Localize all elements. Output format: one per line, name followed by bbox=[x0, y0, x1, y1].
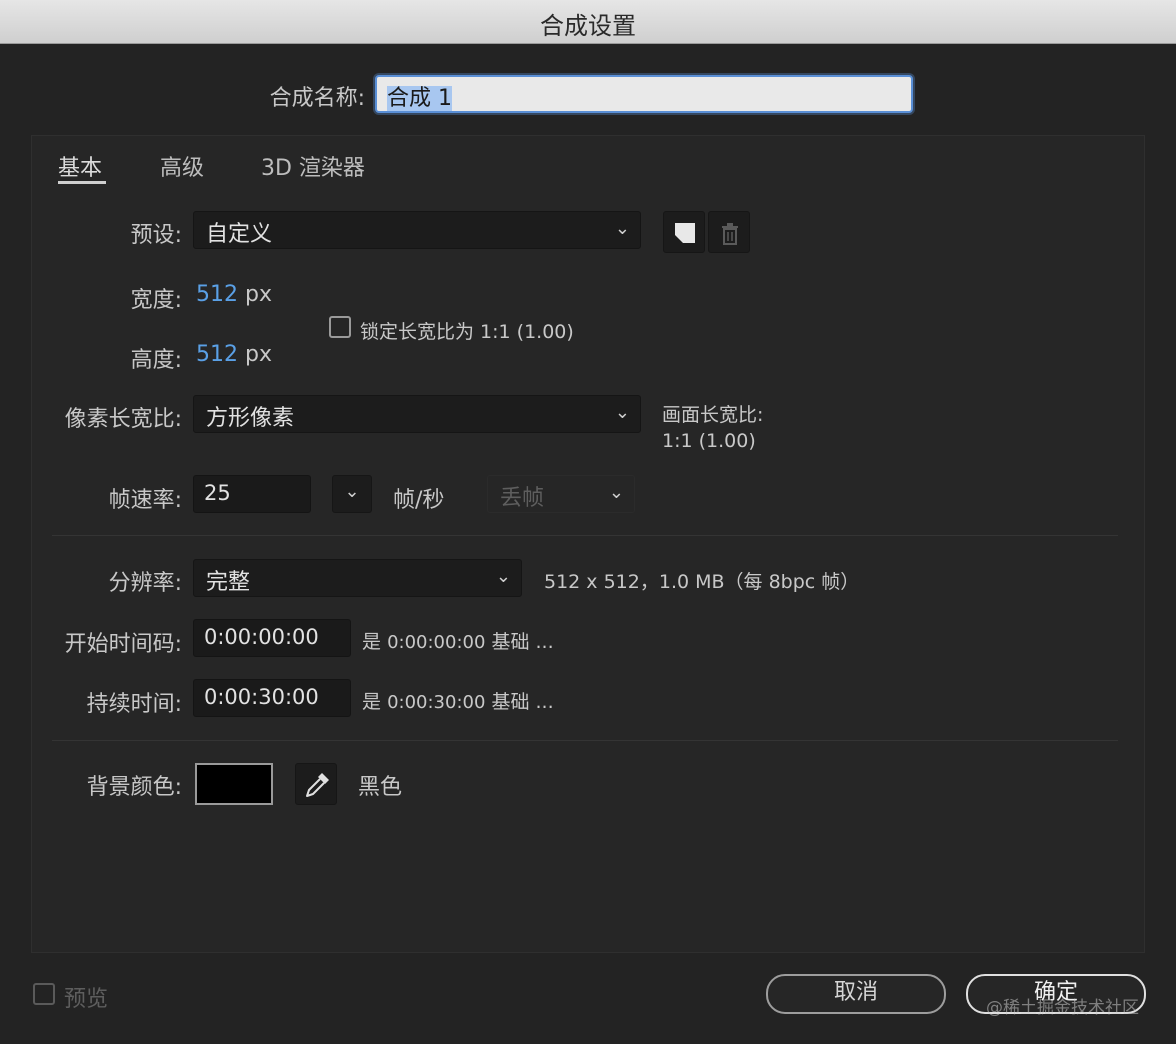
tab-3d-renderer[interactable]: 3D 渲染器 bbox=[261, 150, 365, 182]
resolution-info: 512 x 512，1.0 MB（每 8bpc 帧） bbox=[544, 571, 860, 593]
frame-rate-input[interactable]: 25 bbox=[193, 475, 311, 513]
height-unit: px bbox=[245, 342, 272, 367]
frame-rate-label: 帧速率: bbox=[108, 488, 182, 513]
background-color-name: 黑色 bbox=[358, 775, 403, 800]
start-timecode-info-value: 0:00:00:00 bbox=[387, 632, 486, 653]
delete-preset-button[interactable] bbox=[708, 211, 750, 253]
height-field[interactable]: 512 px bbox=[196, 342, 272, 367]
start-timecode-info-suffix[interactable]: 基础 ... bbox=[491, 631, 553, 653]
chevron-down-icon: ⌄ bbox=[495, 566, 511, 587]
eyedropper-button[interactable] bbox=[295, 763, 337, 805]
preview-label: 预览 bbox=[64, 987, 109, 1012]
duration-info-suffix[interactable]: 基础 ... bbox=[491, 691, 553, 713]
resolution-value: 完整 bbox=[206, 570, 251, 595]
comp-name-label: 合成名称: bbox=[269, 86, 365, 111]
width-value: 512 bbox=[196, 282, 238, 307]
duration-label: 持续时间: bbox=[86, 692, 182, 717]
width-label: 宽度: bbox=[130, 288, 182, 313]
watermark: @稀土掘金技术社区 bbox=[986, 998, 1139, 1018]
eyedropper-icon bbox=[306, 773, 329, 797]
width-field[interactable]: 512 px bbox=[196, 282, 272, 307]
width-unit: px bbox=[245, 282, 272, 307]
tab-basic-underline bbox=[58, 181, 106, 184]
height-value: 512 bbox=[196, 342, 238, 367]
preset-value: 自定义 bbox=[206, 222, 273, 247]
save-preset-icon bbox=[675, 223, 695, 243]
duration-info-value: 0:00:30:00 bbox=[387, 692, 486, 713]
start-timecode-info-prefix: 是 bbox=[362, 631, 382, 653]
frame-rate-unit: 帧/秒 bbox=[393, 488, 445, 513]
divider bbox=[52, 535, 1118, 536]
chevron-down-icon: ⌄ bbox=[614, 218, 630, 239]
title-bar: 合成设置 bbox=[0, 0, 1176, 44]
preset-dropdown[interactable]: 自定义 ⌄ bbox=[193, 211, 641, 249]
drop-frame-value: 丢帧 bbox=[500, 486, 545, 511]
duration-input[interactable]: 0:00:30:00 bbox=[193, 679, 351, 717]
duration-info-prefix: 是 bbox=[362, 691, 382, 713]
resolution-dropdown[interactable]: 完整 ⌄ bbox=[193, 559, 522, 597]
drop-frame-dropdown[interactable]: 丢帧 ⌄ bbox=[487, 475, 635, 513]
start-timecode-input[interactable]: 0:00:00:00 bbox=[193, 619, 351, 657]
lock-aspect-checkbox[interactable] bbox=[329, 316, 351, 338]
save-preset-button[interactable] bbox=[663, 211, 705, 253]
preset-label: 预设: bbox=[130, 223, 182, 248]
lock-aspect-label: 锁定长宽比为 1:1 (1.00) bbox=[360, 321, 574, 343]
start-timecode-info: 是 0:00:00:00 基础 ... bbox=[362, 627, 554, 654]
comp-name-input[interactable]: 合成 1 bbox=[375, 75, 913, 113]
height-label: 高度: bbox=[130, 348, 182, 373]
chevron-down-icon: ⌄ bbox=[614, 402, 630, 423]
background-color-label: 背景颜色: bbox=[86, 775, 182, 800]
duration-info: 是 0:00:30:00 基础 ... bbox=[362, 687, 554, 714]
pixel-aspect-label: 像素长宽比: bbox=[64, 407, 182, 432]
resolution-label: 分辨率: bbox=[108, 571, 182, 596]
tab-advanced[interactable]: 高级 bbox=[160, 150, 204, 182]
divider bbox=[52, 740, 1118, 741]
window-title: 合成设置 bbox=[540, 12, 636, 40]
cancel-button[interactable]: 取消 bbox=[766, 974, 946, 1014]
comp-name-value: 合成 1 bbox=[387, 86, 452, 111]
chevron-down-icon: ⌄ bbox=[344, 481, 360, 502]
pixel-aspect-value: 方形像素 bbox=[206, 406, 295, 431]
tab-basic[interactable]: 基本 bbox=[58, 150, 102, 182]
start-timecode-label: 开始时间码: bbox=[64, 632, 182, 657]
frame-aspect-value: 1:1 (1.00) bbox=[662, 430, 756, 452]
settings-panel bbox=[31, 135, 1145, 953]
chevron-down-icon: ⌄ bbox=[608, 482, 624, 503]
pixel-aspect-dropdown[interactable]: 方形像素 ⌄ bbox=[193, 395, 641, 433]
preview-checkbox[interactable] bbox=[33, 983, 55, 1005]
background-color-swatch[interactable] bbox=[195, 763, 273, 805]
frame-rate-menu-button[interactable]: ⌄ bbox=[332, 475, 372, 513]
frame-aspect-label: 画面长宽比: bbox=[662, 404, 764, 426]
trash-icon bbox=[722, 223, 738, 245]
